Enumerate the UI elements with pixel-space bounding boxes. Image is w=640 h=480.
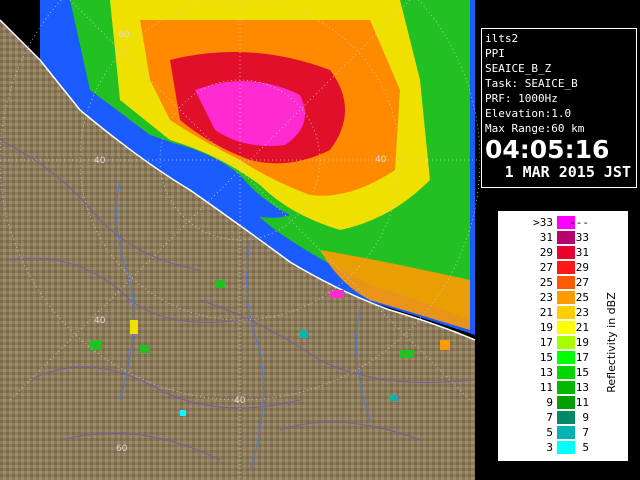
radar-ppi-display: 60 40 40 40 40 60 (0, 0, 480, 480)
task-name: Task: SEAICE_B (485, 77, 578, 90)
legend-lower-bound: 21 (539, 306, 553, 319)
legend-lower-bound: >33 (533, 216, 553, 229)
legend-lower-bound: 27 (539, 261, 553, 274)
legend-upper-bound: 29 (575, 261, 589, 274)
legend-upper-bound: 17 (575, 351, 589, 364)
legend-upper-bound: 19 (575, 336, 589, 349)
legend-lower-bound: 31 (539, 231, 553, 244)
elevation-value: Elevation:1.0 (485, 107, 572, 120)
scan-time: 04:05:16 (485, 135, 610, 164)
legend-row: 35 (499, 440, 627, 455)
range-label: 60 (118, 30, 130, 40)
legend-lower-bound: 7 (546, 411, 553, 424)
range-label: 40 (234, 396, 246, 406)
legend-upper-bound: 31 (575, 246, 589, 259)
legend-upper-bound: 21 (575, 321, 589, 334)
legend-upper-bound: 5 (582, 441, 589, 454)
legend-lower-bound: 23 (539, 291, 553, 304)
legend-upper-bound: 33 (575, 231, 589, 244)
max-range-value: Max Range:60 km (485, 122, 585, 135)
range-label: 40 (94, 156, 106, 166)
legend-lower-bound: 29 (539, 246, 553, 259)
legend-upper-bound: 9 (582, 411, 589, 424)
product-name: SEAICE_B_Z (485, 62, 552, 75)
legend-lower-bound: 11 (539, 381, 553, 394)
scan-date: 1 MAR 2015 JST (504, 163, 631, 181)
legend-upper-bound: 27 (575, 276, 589, 289)
legend-lower-bound: 9 (546, 396, 553, 409)
legend-lower-bound: 3 (546, 441, 553, 454)
range-label: 40 (94, 316, 106, 326)
legend-upper-bound: 7 (582, 426, 589, 439)
legend-title: Reflectivity in dBZ (599, 242, 623, 442)
legend-title-text: Reflectivity in dBZ (604, 291, 618, 393)
station-name: ilts2 (485, 32, 519, 45)
legend-lower-bound: 25 (539, 276, 553, 289)
legend-upper-bound: 25 (575, 291, 589, 304)
legend-upper-bound: 11 (575, 396, 589, 409)
legend-upper-bound: 13 (575, 381, 589, 394)
range-label: 40 (375, 155, 387, 165)
scan-type: PPI (485, 47, 505, 60)
legend-lower-bound: 15 (539, 351, 553, 364)
legend-lower-bound: 5 (546, 426, 553, 439)
legend-upper-bound: --- (569, 216, 589, 229)
legend-lower-bound: 13 (539, 366, 553, 379)
legend-row: >33 --- (499, 215, 627, 230)
scan-info-panel: ilts2 PPI SEAICE_B_Z Task: SEAICE_B PRF:… (481, 28, 637, 188)
legend-upper-bound: 15 (575, 366, 589, 379)
reflectivity-legend: >33 --- 31 33 29 31 27 29 25 27 23 25 21 23 19 21 17 19 15… (498, 211, 628, 461)
prf-value: PRF: 1000Hz (485, 92, 558, 105)
legend-upper-bound: 23 (575, 306, 589, 319)
legend-lower-bound: 17 (539, 336, 553, 349)
legend-lower-bound: 19 (539, 321, 553, 334)
range-label: 60 (116, 444, 128, 454)
